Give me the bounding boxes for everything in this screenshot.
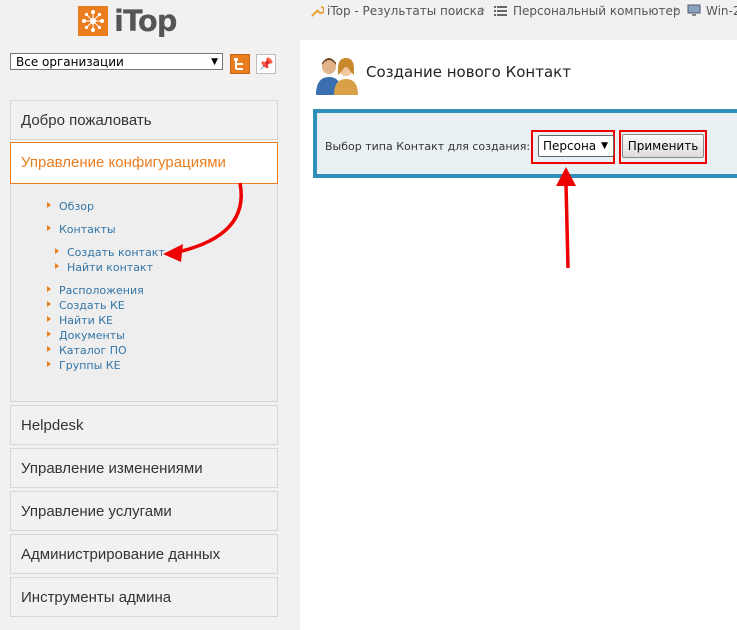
- dropdown-arrow-icon: ▼: [211, 57, 218, 67]
- bullet-icon: [47, 286, 51, 292]
- menu-service-management[interactable]: Управление услугами: [10, 491, 278, 531]
- page-title: Создание нового Контакт: [366, 63, 571, 81]
- pin-icon: 📌: [258, 57, 274, 71]
- contact-type-select[interactable]: Персона ▼: [538, 135, 614, 157]
- organization-select[interactable]: Все организации ▼: [10, 53, 223, 70]
- breadcrumb-item-search[interactable]: iTop - Результаты поиска: [327, 4, 484, 18]
- bullet-icon: [47, 225, 51, 231]
- submenu-item-overview[interactable]: Обзор: [47, 200, 94, 213]
- apply-button[interactable]: Применить: [622, 134, 704, 158]
- hierarchy-icon: [234, 58, 243, 70]
- breadcrumb-item-win[interactable]: Win-2: [706, 4, 737, 18]
- bullet-icon: [47, 331, 51, 337]
- bullet-icon: [47, 202, 51, 208]
- menu-helpdesk[interactable]: Helpdesk: [10, 405, 278, 445]
- breadcrumb-item-pc[interactable]: Персональный компьютер: [513, 4, 681, 18]
- menu-helpdesk-label: Helpdesk: [21, 417, 84, 434]
- submenu-item-ci-groups[interactable]: Группы КЕ: [47, 359, 121, 372]
- bullet-icon: [55, 263, 59, 269]
- menu-welcome-label: Добро пожаловать: [21, 112, 152, 129]
- bullet-icon: [47, 346, 51, 352]
- menu-change-management-label: Управление изменениями: [21, 460, 203, 477]
- submenu-item-software-catalog[interactable]: Каталог ПО: [47, 344, 127, 357]
- bullet-icon: [47, 316, 51, 322]
- menu-admin-tools[interactable]: Инструменты админа: [10, 577, 278, 617]
- pin-button[interactable]: 📌: [256, 54, 276, 74]
- list-icon: [494, 6, 507, 16]
- submenu-item-create-contact[interactable]: Создать контакт: [55, 246, 165, 259]
- org-hierarchy-button[interactable]: [230, 54, 250, 74]
- create-type-label: Выбор типа Контакт для создания:: [325, 140, 531, 153]
- organization-select-value: Все организации: [16, 55, 124, 69]
- menu-admin-tools-label: Инструменты админа: [21, 589, 172, 606]
- submenu-item-documents[interactable]: Документы: [47, 329, 125, 342]
- menu-configuration-management[interactable]: Управление конфигурациями: [10, 142, 278, 184]
- bullet-icon: [55, 248, 59, 254]
- menu-welcome[interactable]: Добро пожаловать: [10, 100, 278, 140]
- bullet-icon: [47, 301, 51, 307]
- configuration-submenu: Обзор Контакты Создать контакт Найти кон…: [10, 184, 278, 402]
- menu-data-administration[interactable]: Администрирование данных: [10, 534, 278, 574]
- contacts-icon: [316, 58, 358, 95]
- sidebar: iTop Все организации ▼ 📌 Добро пожаловат…: [0, 0, 290, 630]
- chevron-right-icon: ›: [673, 2, 679, 18]
- contact-type-value: Персона: [543, 139, 597, 153]
- submenu-item-locations[interactable]: Расположения: [47, 284, 144, 297]
- itop-logo-icon: [78, 6, 108, 36]
- menu-configuration-label: Управление конфигурациями: [21, 154, 226, 171]
- main-content: Создание нового Контакт Выбор типа Конта…: [300, 40, 737, 630]
- logo-text: iTop: [114, 4, 178, 38]
- submenu-item-create-ci[interactable]: Создать КЕ: [47, 299, 125, 312]
- submenu-item-find-contact[interactable]: Найти контакт: [55, 261, 153, 274]
- submenu-item-contacts[interactable]: Контакты: [47, 223, 116, 236]
- create-type-panel: Выбор типа Контакт для создания: Персона…: [313, 109, 737, 178]
- breadcrumb: iTop - Результаты поиска › Персональный …: [300, 0, 737, 40]
- wrench-icon: [311, 6, 324, 17]
- itop-logo[interactable]: iTop: [78, 4, 188, 42]
- dropdown-arrow-icon: ▼: [601, 141, 608, 151]
- bullet-icon: [47, 361, 51, 367]
- menu-service-management-label: Управление услугами: [21, 503, 172, 520]
- chevron-right-icon: ›: [480, 2, 486, 18]
- submenu-item-find-ci[interactable]: Найти КЕ: [47, 314, 113, 327]
- computer-icon: [687, 4, 701, 16]
- menu-data-administration-label: Администрирование данных: [21, 546, 221, 563]
- menu-change-management[interactable]: Управление изменениями: [10, 448, 278, 488]
